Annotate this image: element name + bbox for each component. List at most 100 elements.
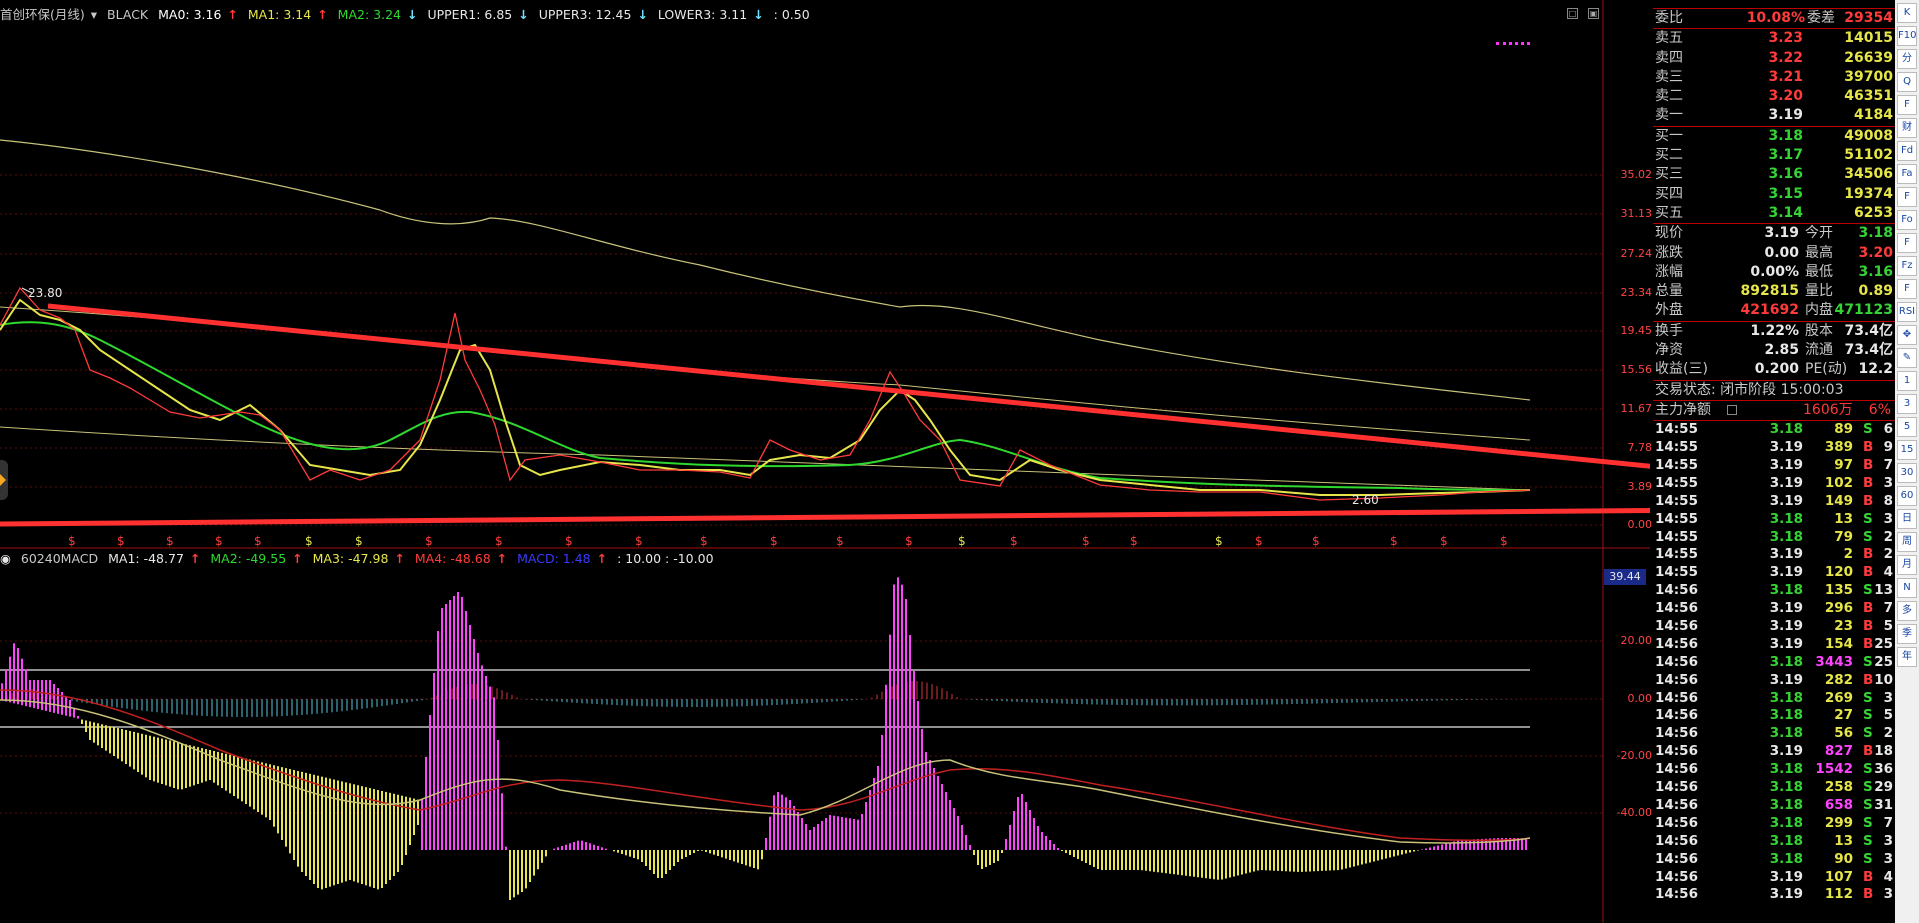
- stat-value: 0.00%: [1750, 263, 1799, 280]
- book-row[interactable]: 卖四 3.22 26639: [1653, 49, 1895, 68]
- toolbar-button[interactable]: Fz: [1897, 256, 1917, 276]
- tick-row[interactable]: 14:55 3.19 389 B 9: [1653, 439, 1895, 457]
- stat-label: 涨幅: [1655, 263, 1683, 280]
- book-row[interactable]: 卖三 3.21 39700: [1653, 68, 1895, 87]
- toolbar-button[interactable]: 15: [1897, 440, 1917, 460]
- book-label: 买一: [1655, 127, 1683, 144]
- toolbar-button[interactable]: 3: [1897, 394, 1917, 414]
- book-row[interactable]: 卖五 3.23 14015: [1653, 29, 1895, 48]
- book-row[interactable]: 买五 3.14 6253: [1653, 204, 1895, 223]
- tick-volume: 79: [1834, 528, 1853, 545]
- weibi-label: 委比: [1655, 10, 1683, 26]
- tick-list[interactable]: 14:55 3.18 89 S 6 14:55 3.19 389 B 9 14:55 3.19 97 B 7…: [1653, 421, 1895, 904]
- tick-count: 5: [1883, 618, 1893, 635]
- tick-row[interactable]: 14:55 3.19 149 B 8: [1653, 493, 1895, 511]
- tick-row[interactable]: 14:55 3.18 13 S 3: [1653, 511, 1895, 529]
- book-label: 买四: [1655, 185, 1683, 202]
- toolbar-button[interactable]: Fd: [1897, 141, 1917, 161]
- svg-text:$: $: [905, 534, 913, 548]
- toolbar-button[interactable]: F10: [1897, 26, 1917, 46]
- tick-row[interactable]: 14:56 3.18 13 S 3: [1653, 833, 1895, 851]
- tick-count: 3: [1883, 510, 1893, 527]
- book-label: 买二: [1655, 147, 1683, 164]
- tick-row[interactable]: 14:56 3.19 154 B 25: [1653, 636, 1895, 654]
- toolbar-button[interactable]: 分: [1897, 49, 1917, 69]
- book-row[interactable]: 买二 3.17 51102: [1653, 146, 1895, 165]
- tick-row[interactable]: 14:55 3.19 97 B 7: [1653, 457, 1895, 475]
- y-tick-label: 7.78: [1627, 441, 1653, 454]
- stat-row: 涨幅 0.00% 最低 3.16: [1653, 263, 1895, 282]
- toolbar-button[interactable]: Q: [1897, 72, 1917, 92]
- tick-row[interactable]: 14:55 3.18 79 S 2: [1653, 529, 1895, 547]
- toolbar-button[interactable]: 日: [1897, 509, 1917, 529]
- tick-row[interactable]: 14:56 3.18 269 S 3: [1653, 690, 1895, 708]
- tick-row[interactable]: 14:56 3.19 282 B 10: [1653, 672, 1895, 690]
- tick-row[interactable]: 14:56 3.18 56 S 2: [1653, 725, 1895, 743]
- toolbar-button[interactable]: 5: [1897, 417, 1917, 437]
- tick-side: B: [1863, 743, 1874, 760]
- stat-label: 涨跌: [1655, 244, 1683, 261]
- tick-row[interactable]: 14:56 3.18 27 S 5: [1653, 707, 1895, 725]
- book-price: 3.18: [1768, 127, 1803, 144]
- toolbar-button[interactable]: F: [1897, 233, 1917, 253]
- toolbar-button[interactable]: ✎: [1897, 348, 1917, 368]
- svg-text:$: $: [1440, 534, 1448, 548]
- book-row[interactable]: 买一 3.18 49008: [1653, 127, 1895, 146]
- toolbar-button[interactable]: 60: [1897, 486, 1917, 506]
- toolbar-button[interactable]: 季: [1897, 624, 1917, 644]
- tick-time: 14:55: [1655, 457, 1698, 474]
- tick-count: 31: [1874, 796, 1893, 813]
- book-volume: 46351: [1844, 88, 1893, 105]
- chart-area[interactable]: 首创环保(月线) ▾ BLACK MA0: 3.16 ↑ MA1: 3.14 ↑ MA…: [0, 0, 1653, 923]
- svg-text:$: $: [305, 534, 313, 548]
- tick-row[interactable]: 14:56 3.18 135 S 13: [1653, 582, 1895, 600]
- tick-row[interactable]: 14:56 3.18 3443 S 25: [1653, 654, 1895, 672]
- toolbar-button[interactable]: RSI: [1897, 302, 1917, 322]
- stat-label: 股本: [1805, 322, 1833, 339]
- tick-row[interactable]: 14:56 3.19 107 B 4: [1653, 869, 1895, 887]
- book-row[interactable]: 卖一 3.19 4184: [1653, 106, 1895, 125]
- toolbar-button[interactable]: K: [1897, 3, 1917, 23]
- tick-row[interactable]: 14:56 3.19 827 B 18: [1653, 743, 1895, 761]
- stat-value: 1.22%: [1750, 322, 1799, 339]
- tick-row[interactable]: 14:56 3.19 23 B 5: [1653, 618, 1895, 636]
- toolbar-button[interactable]: 30: [1897, 463, 1917, 483]
- tick-row[interactable]: 14:55 3.19 102 B 3: [1653, 475, 1895, 493]
- tick-row[interactable]: 14:55 3.18 89 S 6: [1653, 421, 1895, 439]
- toolbar-button[interactable]: Fo: [1897, 210, 1917, 230]
- svg-text:$: $: [700, 534, 708, 548]
- tick-row[interactable]: 14:56 3.19 296 B 7: [1653, 600, 1895, 618]
- toolbar-button[interactable]: F: [1897, 95, 1917, 115]
- tick-price: 3.18: [1769, 832, 1803, 849]
- stat-row: 总量 892815 量比 0.89: [1653, 282, 1895, 301]
- main-force-icon[interactable]: [1727, 404, 1737, 415]
- toolbar-button[interactable]: 财: [1897, 118, 1917, 138]
- tick-row[interactable]: 14:56 3.18 299 S 7: [1653, 815, 1895, 833]
- book-row[interactable]: 卖二 3.20 46351: [1653, 87, 1895, 106]
- tick-row[interactable]: 14:56 3.18 90 S 3: [1653, 851, 1895, 869]
- toolbar-button[interactable]: ✥: [1897, 325, 1917, 345]
- toolbar-button[interactable]: F: [1897, 279, 1917, 299]
- book-row[interactable]: 买三 3.16 34506: [1653, 165, 1895, 184]
- tick-row[interactable]: 14:56 3.18 1542 S 36: [1653, 761, 1895, 779]
- toolbar-button[interactable]: 月: [1897, 555, 1917, 575]
- tick-count: 3: [1883, 474, 1893, 491]
- book-row[interactable]: 买四 3.15 19374: [1653, 185, 1895, 204]
- tick-row[interactable]: 14:56 3.19 112 B 3: [1653, 886, 1895, 904]
- main-force-row[interactable]: 主力净额 1606万 6%: [1653, 401, 1895, 420]
- left-expand-handle[interactable]: [0, 460, 8, 500]
- tick-row[interactable]: 14:55 3.19 120 B 4: [1653, 564, 1895, 582]
- stat-value: 3.19: [1764, 225, 1799, 242]
- toolbar-button[interactable]: F: [1897, 187, 1917, 207]
- tick-row[interactable]: 14:56 3.18 658 S 31: [1653, 797, 1895, 815]
- toolbar-button[interactable]: 周: [1897, 532, 1917, 552]
- toolbar-button[interactable]: 多: [1897, 601, 1917, 621]
- tick-row[interactable]: 14:55 3.19 2 B 2: [1653, 546, 1895, 564]
- stat-row: 换手 1.22% 股本 73.4亿: [1653, 322, 1895, 341]
- toolbar-button[interactable]: 1: [1897, 371, 1917, 391]
- toolbar-button[interactable]: N: [1897, 578, 1917, 598]
- toolbar-button[interactable]: 年: [1897, 647, 1917, 667]
- toolbar-button[interactable]: Fa: [1897, 164, 1917, 184]
- tick-count: 3: [1883, 850, 1893, 867]
- tick-row[interactable]: 14:56 3.18 258 S 29: [1653, 779, 1895, 797]
